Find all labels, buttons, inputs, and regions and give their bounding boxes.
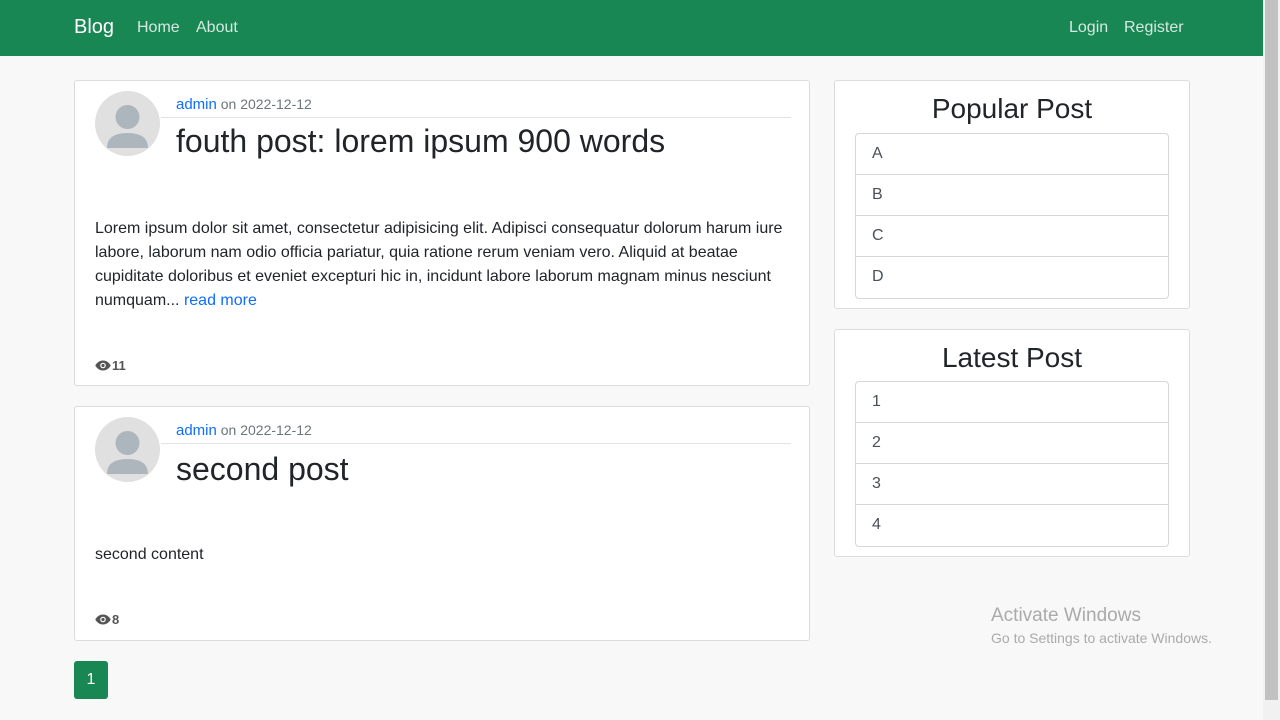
list-item[interactable]: D xyxy=(856,257,1168,298)
watermark-line-2: Go to Settings to activate Windows. xyxy=(991,630,1212,646)
page-scrollbar[interactable] xyxy=(1263,0,1280,720)
list-item[interactable]: 3 xyxy=(856,464,1168,505)
login-link[interactable]: Login xyxy=(1069,19,1108,37)
eye-icon xyxy=(95,360,111,371)
author-avatar-icon xyxy=(95,417,160,482)
post-meta: admin on 2022-12-12 xyxy=(176,422,312,439)
watermark-line-1: Activate Windows xyxy=(991,605,1141,626)
eye-icon xyxy=(95,614,111,625)
view-count-value: 11 xyxy=(112,358,126,373)
view-count: 11 xyxy=(95,358,126,373)
author-link[interactable]: admin xyxy=(176,96,217,113)
meta-on: on xyxy=(220,96,237,112)
author-link[interactable]: admin xyxy=(176,422,217,439)
list-item[interactable]: 2 xyxy=(856,423,1168,464)
brand-link[interactable]: Blog xyxy=(74,16,114,39)
list-item[interactable]: A xyxy=(856,134,1168,175)
popular-post-list: A B C D xyxy=(855,133,1169,299)
latest-post-title: Latest Post xyxy=(941,342,1083,373)
post-title[interactable]: fouth post: lorem ipsum 900 words xyxy=(176,123,665,160)
popular-post-title: Popular Post xyxy=(931,93,1093,124)
author-avatar-icon xyxy=(95,91,160,156)
read-more-link[interactable]: read more xyxy=(184,292,257,309)
post-title[interactable]: second post xyxy=(176,451,349,488)
list-item[interactable]: C xyxy=(856,216,1168,257)
meta-on: on xyxy=(220,422,237,438)
excerpt-text: second content xyxy=(95,546,204,563)
list-item[interactable]: 1 xyxy=(856,382,1168,423)
post-date: 2022-12-12 xyxy=(240,96,312,112)
post-meta: admin on 2022-12-12 xyxy=(176,96,312,113)
meta-divider xyxy=(161,117,791,118)
register-link[interactable]: Register xyxy=(1124,19,1184,37)
latest-post-list: 1 2 3 4 xyxy=(855,381,1169,547)
list-item[interactable]: B xyxy=(856,175,1168,216)
pagination-page-1[interactable]: 1 xyxy=(74,661,108,699)
post-excerpt: Lorem ipsum dolor sit amet, consectetur … xyxy=(95,217,787,313)
activate-windows-watermark: Activate Windows Go to Settings to activ… xyxy=(991,605,1212,646)
post-card: admin on 2022-12-12 second post second c… xyxy=(74,406,810,641)
view-count-value: 8 xyxy=(112,612,120,627)
popular-post-panel: Popular Post A B C D xyxy=(834,80,1190,309)
meta-divider xyxy=(161,443,791,444)
post-excerpt: second content xyxy=(95,543,787,567)
nav-link-about[interactable]: About xyxy=(196,19,238,37)
view-count: 8 xyxy=(95,612,119,627)
post-date: 2022-12-12 xyxy=(240,422,312,438)
nav-link-home[interactable]: Home xyxy=(137,19,180,37)
scrollbar-thumb[interactable] xyxy=(1265,0,1278,700)
top-navbar: Blog Home About Login Register xyxy=(0,0,1263,56)
latest-post-panel: Latest Post 1 2 3 4 xyxy=(834,329,1190,557)
list-item[interactable]: 4 xyxy=(856,505,1168,546)
post-card: admin on 2022-12-12 fouth post: lorem ip… xyxy=(74,80,810,386)
